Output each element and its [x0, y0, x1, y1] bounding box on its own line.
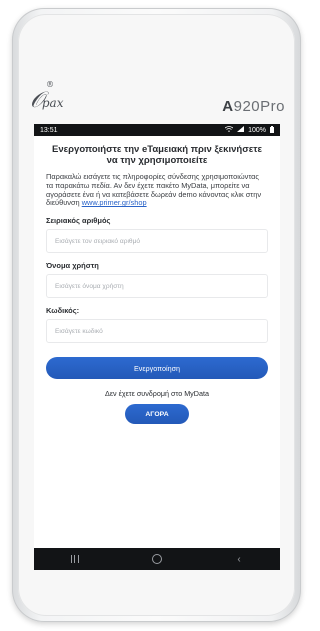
- registered-mark: ®: [46, 80, 54, 89]
- status-time: 13:51: [40, 126, 58, 134]
- description-text: Παρακαλώ εισάγετε τις πληροφορίες σύνδεσ…: [46, 172, 268, 208]
- android-nav-bar: ‹: [34, 548, 280, 570]
- buy-button[interactable]: ΑΓΟΡΑ: [125, 404, 189, 425]
- activate-button[interactable]: Ενεργοποίηση: [46, 357, 268, 380]
- battery-percent: 100%: [248, 126, 266, 134]
- brand-name: pax: [41, 96, 64, 110]
- model-prefix: A: [222, 98, 234, 115]
- signal-icon: [237, 126, 245, 134]
- device-model: A920Pro: [222, 98, 285, 115]
- page-title: Ενεργοποιήστε την eΤαμειακή πριν ξεκινήσ…: [52, 144, 262, 166]
- username-label: Όνομα χρήστη: [46, 261, 99, 271]
- recents-icon: [71, 555, 79, 563]
- activation-form: Ενεργοποιήστε την eΤαμειακή πριν ξεκινήσ…: [34, 136, 280, 425]
- battery-icon: [270, 125, 274, 135]
- description-body: Παρακαλώ εισάγετε τις πληροφορίες σύνδεσ…: [46, 172, 262, 208]
- username-input[interactable]: [46, 274, 268, 299]
- home-button[interactable]: [145, 550, 169, 568]
- wifi-icon: [224, 126, 234, 134]
- shop-link[interactable]: www.primer.gr/shop: [82, 198, 147, 207]
- password-input[interactable]: [46, 319, 268, 344]
- mydata-prompt: Δεν έχετε συνδρομή στο MyData: [105, 389, 209, 399]
- status-icons: 100%: [224, 125, 274, 135]
- model-rest: 920Pro: [233, 98, 285, 115]
- device-screen: 13:51 100% Ενεργοποιήστε την eΤαμειακή π…: [34, 124, 280, 570]
- serial-input[interactable]: [46, 229, 268, 254]
- recents-button[interactable]: [63, 550, 87, 568]
- back-icon: ‹: [237, 553, 241, 565]
- status-bar: 13:51 100%: [34, 124, 280, 136]
- password-label: Κωδικός:: [46, 306, 80, 316]
- back-button[interactable]: ‹: [227, 550, 251, 568]
- serial-label: Σειριακός αριθμός: [46, 216, 111, 226]
- home-icon: [152, 554, 162, 564]
- pax-logo: ® 𝒪pax: [30, 80, 64, 113]
